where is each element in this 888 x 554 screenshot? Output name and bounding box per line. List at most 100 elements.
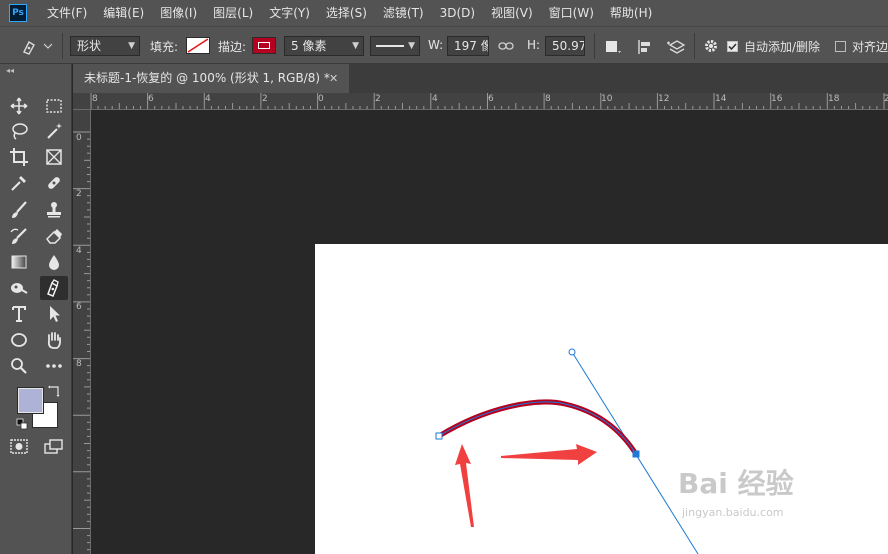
- marquee-tool[interactable]: [40, 94, 68, 118]
- menu-window[interactable]: 窗口(W): [541, 0, 602, 26]
- ruler-label: 2: [375, 94, 381, 104]
- foreground-color-swatch[interactable]: [18, 388, 43, 413]
- menu-select[interactable]: 选择(S): [318, 0, 375, 26]
- watermark: Bai 经验 jingyan.baidu.com: [678, 462, 878, 532]
- pen-tool[interactable]: [40, 276, 68, 300]
- path-select-tool[interactable]: [40, 302, 68, 326]
- ruler-label: 10: [601, 94, 613, 104]
- align-edges-checkbox[interactable]: [835, 41, 846, 52]
- ruler-label: 6: [488, 94, 494, 104]
- gradient-tool[interactable]: [5, 250, 33, 274]
- menu-image[interactable]: 图像(I): [152, 0, 205, 26]
- crop-tool[interactable]: [5, 145, 33, 169]
- options-bar: 形状 ▼ 填充: 描边: 5 像素 ▼ ▼ W: 197 像 H: 50.97 …: [0, 26, 888, 64]
- menu-filter[interactable]: 滤镜(T): [375, 0, 432, 26]
- default-colors-icon[interactable]: [16, 418, 28, 433]
- fill-label: 填充:: [150, 40, 179, 54]
- rect-marquee-icon: [46, 99, 62, 113]
- path-arrangement-button[interactable]: [666, 37, 688, 60]
- ellipse-tool[interactable]: [5, 328, 33, 352]
- ruler-label: 14: [715, 94, 727, 104]
- more-icon: [46, 364, 62, 368]
- menu-3d[interactable]: 3D(D): [432, 0, 483, 26]
- stamp-tool[interactable]: [40, 198, 68, 222]
- width-value: 197 像: [454, 39, 489, 53]
- arrow-select-icon: [50, 306, 60, 322]
- ellipse-icon: [11, 333, 27, 347]
- stroke-label: 描边:: [218, 40, 247, 54]
- ruler-label: 12: [658, 94, 670, 104]
- menu-edit[interactable]: 编辑(E): [95, 0, 152, 26]
- gradient-icon: [11, 255, 27, 269]
- tab-document[interactable]: 未标题-1-恢复的 @ 100% (形状 1, RGB/8) * ✕: [73, 64, 349, 93]
- hand-tool[interactable]: [40, 328, 68, 352]
- vertical-ruler[interactable]: 0 2 4 6 8: [73, 110, 91, 554]
- drop-icon: [49, 255, 59, 270]
- eraser-tool[interactable]: [40, 224, 68, 248]
- path-alignment-button[interactable]: [636, 38, 654, 59]
- horizontal-ruler[interactable]: 8 6 4 2 0 2 4 6 8 10 12 14 16 18 20: [91, 93, 888, 110]
- menu-help[interactable]: 帮助(H): [602, 0, 660, 26]
- menu-bar: Ps 文件(F) 编辑(E) 图像(I) 图层(L) 文字(Y) 选择(S) 滤…: [0, 0, 888, 26]
- type-tool[interactable]: [5, 302, 33, 326]
- width-field[interactable]: 197 像: [447, 36, 489, 56]
- brush-tool[interactable]: [5, 198, 33, 222]
- fill-swatch[interactable]: [186, 37, 210, 54]
- more-tools[interactable]: [40, 354, 68, 378]
- ruler-label: 8: [92, 94, 98, 104]
- close-icon[interactable]: ✕: [329, 64, 338, 93]
- frame-tool[interactable]: [40, 145, 68, 169]
- stamp-icon: [47, 202, 61, 218]
- gear-icon: [705, 40, 717, 52]
- screen-mode-icon[interactable]: [43, 438, 65, 459]
- history-brush-tool[interactable]: [5, 224, 33, 248]
- path-operations-icon: [606, 41, 621, 53]
- path-operations-button[interactable]: [604, 39, 622, 58]
- ruler-label: 20: [884, 94, 888, 104]
- chevron-down-icon: ▼: [352, 41, 359, 51]
- menu-view[interactable]: 视图(V): [483, 0, 541, 26]
- separator: [694, 33, 695, 59]
- move-tool[interactable]: [5, 94, 33, 118]
- bandage-icon: [48, 177, 60, 189]
- menu-layer[interactable]: 图层(L): [205, 0, 261, 26]
- ruler-origin[interactable]: [73, 93, 91, 110]
- lasso-icon: [12, 123, 28, 140]
- stroke-swatch[interactable]: [252, 37, 276, 54]
- type-icon: [12, 306, 26, 322]
- height-field[interactable]: 50.97 像: [545, 36, 585, 56]
- healing-tool[interactable]: [40, 171, 68, 195]
- separator: [62, 33, 63, 59]
- align-icon: [638, 40, 650, 54]
- tool-preset-picker[interactable]: [20, 36, 56, 59]
- ruler-label: 6: [148, 94, 154, 104]
- stroke-type-select[interactable]: ▼: [370, 36, 420, 56]
- zoom-tool[interactable]: [5, 354, 33, 378]
- crop-icon: [10, 148, 28, 166]
- settings-button[interactable]: [703, 38, 719, 57]
- stroke-width-field[interactable]: 5 像素 ▼: [284, 36, 364, 56]
- align-edges-label: 对齐边: [852, 40, 888, 54]
- lasso-tool[interactable]: [5, 119, 33, 143]
- height-value: 50.97 像: [552, 39, 585, 53]
- mode-select[interactable]: 形状 ▼: [70, 36, 140, 56]
- quick-mask-icon[interactable]: [9, 438, 29, 459]
- menu-type[interactable]: 文字(Y): [261, 0, 318, 26]
- ruler-label: 4: [76, 246, 82, 256]
- menu-file[interactable]: 文件(F): [39, 0, 95, 26]
- solid-line-icon: [376, 45, 404, 47]
- blur-tool[interactable]: [40, 250, 68, 274]
- magic-wand-tool[interactable]: [40, 119, 68, 143]
- eyedropper-tool[interactable]: [5, 171, 33, 195]
- ruler-ticks: [73, 131, 90, 551]
- tools-panel: ◂◂: [0, 64, 72, 554]
- ruler-label: 4: [432, 94, 438, 104]
- collapse-panel-icon[interactable]: ◂◂: [6, 66, 14, 75]
- height-label: H:: [527, 38, 541, 52]
- dodge-icon: [11, 283, 28, 294]
- dodge-tool[interactable]: [5, 276, 33, 300]
- auto-add-delete-checkbox[interactable]: [727, 41, 738, 52]
- link-icon[interactable]: [498, 39, 514, 56]
- swap-colors-icon[interactable]: [47, 384, 61, 401]
- chevron-down-icon: ▼: [408, 41, 415, 51]
